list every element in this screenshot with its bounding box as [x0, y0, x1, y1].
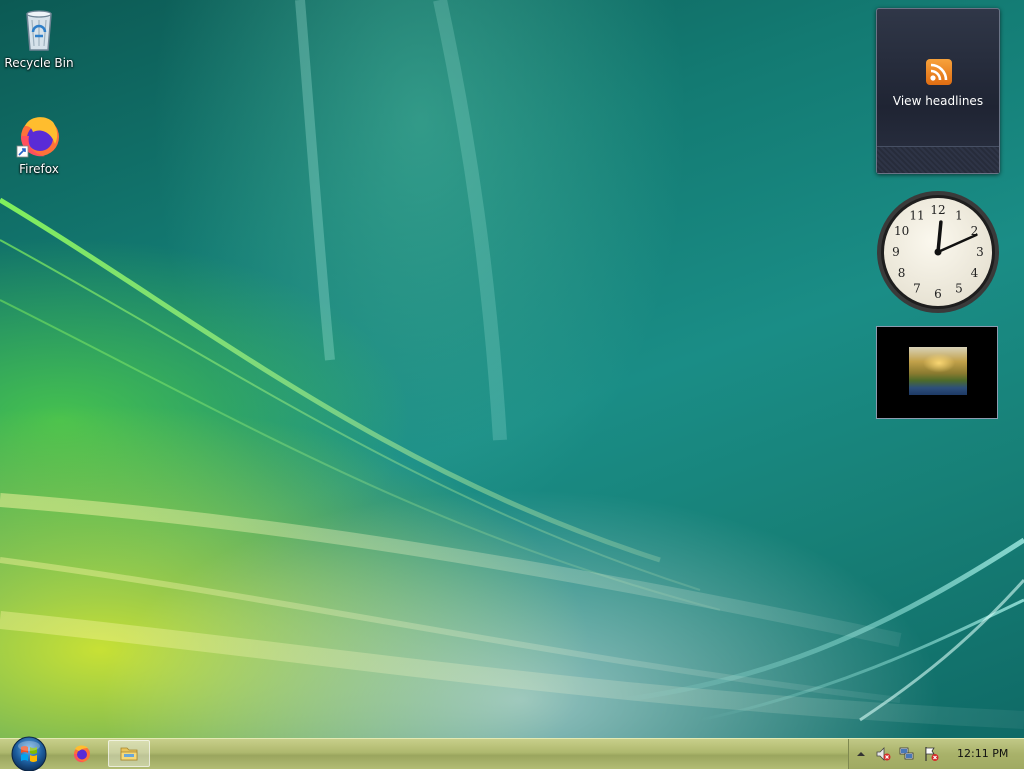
- clock-gadget[interactable]: 12 1 2 3 4 5 6 7 8 9 10 11: [876, 190, 1000, 314]
- network-icon[interactable]: [899, 746, 915, 762]
- show-hidden-icons-arrow[interactable]: [853, 746, 869, 762]
- clock-numeral: 5: [955, 281, 963, 295]
- clock-numeral: 10: [894, 224, 909, 238]
- view-headlines-link[interactable]: View headlines: [877, 94, 999, 108]
- feed-headlines-gadget[interactable]: View headlines: [876, 8, 1000, 174]
- taskbar-clock[interactable]: 12:11 PM: [957, 747, 1008, 760]
- clock-numeral: 8: [898, 266, 906, 280]
- slideshow-photo: [909, 347, 967, 395]
- clock-numeral: 4: [971, 266, 979, 280]
- taskbar-explorer-button[interactable]: [108, 740, 150, 767]
- desktop[interactable]: Recycle Bin Firefox View headlines 12 1 …: [0, 0, 1024, 738]
- slideshow-gadget[interactable]: [876, 326, 998, 419]
- recycle-bin-icon: [15, 6, 63, 54]
- clock-numeral: 9: [892, 245, 900, 259]
- windows-start-orb: [11, 736, 47, 772]
- rss-icon: [926, 59, 952, 85]
- clock-numeral: 1: [955, 209, 963, 223]
- clock-numeral: 3: [976, 245, 984, 259]
- notification-area: 12:11 PM: [848, 739, 1024, 769]
- volume-muted-icon[interactable]: [875, 746, 891, 762]
- taskbar: 12:11 PM: [0, 735, 1024, 772]
- desktop-icon-label: Firefox: [19, 162, 59, 176]
- analog-clock-face: 12 1234567891011: [877, 191, 999, 313]
- desktop-icon-firefox[interactable]: Firefox: [1, 112, 77, 176]
- action-center-alert-icon[interactable]: [923, 746, 939, 762]
- clock-numeral: 11: [909, 209, 924, 223]
- clock-numeral: 12: [930, 203, 945, 217]
- firefox-icon: [74, 745, 90, 763]
- start-button[interactable]: [6, 735, 52, 772]
- clock-numeral: 6: [934, 287, 942, 301]
- folder-icon: [120, 747, 138, 761]
- feed-gadget-footer: [877, 146, 999, 173]
- taskbar-firefox-button[interactable]: [66, 740, 98, 767]
- firefox-icon: [15, 112, 63, 160]
- clock-numeral: 7: [913, 281, 921, 295]
- wallpaper-streaks: [0, 0, 1024, 729]
- desktop-icon-recycle-bin[interactable]: Recycle Bin: [1, 6, 77, 70]
- desktop-icon-label: Recycle Bin: [4, 56, 74, 70]
